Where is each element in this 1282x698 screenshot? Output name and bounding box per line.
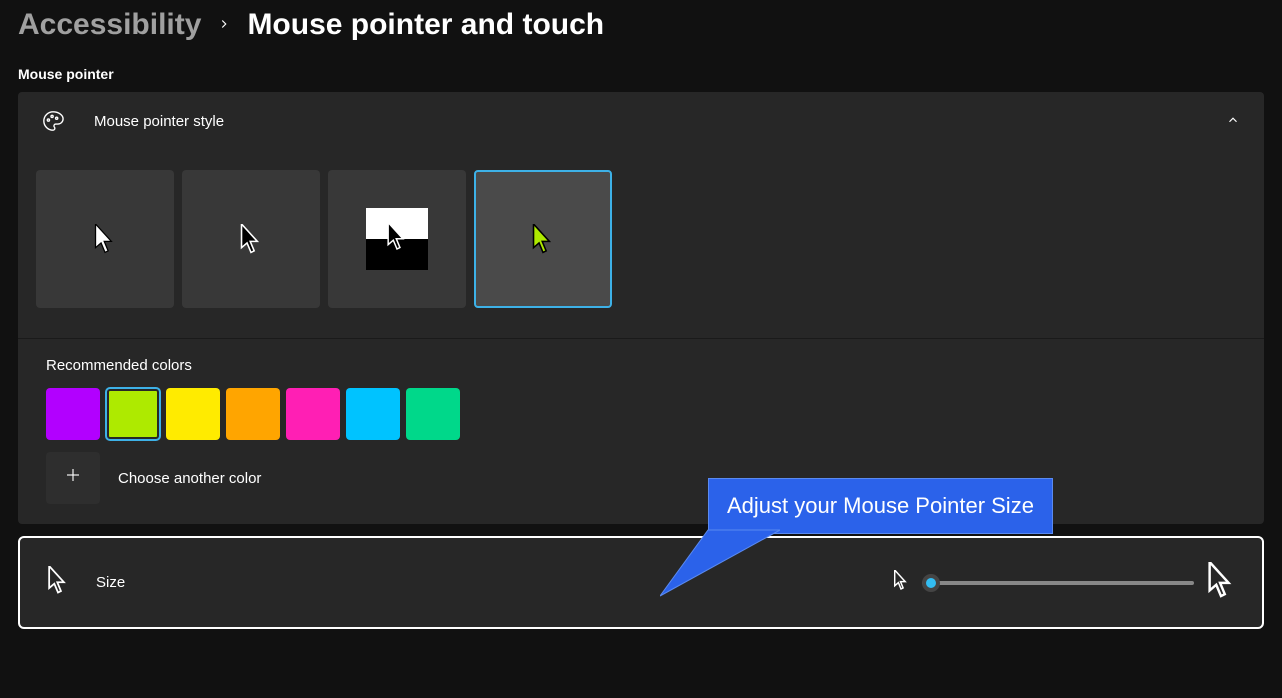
color-swatch[interactable] xyxy=(166,388,220,440)
color-swatch[interactable] xyxy=(286,388,340,440)
plus-icon xyxy=(64,466,82,490)
slider-thumb[interactable] xyxy=(922,574,940,592)
swatches-row xyxy=(46,388,1236,440)
palette-icon xyxy=(42,110,64,132)
instruction-callout: Adjust your Mouse Pointer Size xyxy=(708,478,1053,534)
style-option-black[interactable] xyxy=(182,170,320,308)
breadcrumb-parent[interactable]: Accessibility xyxy=(18,8,201,42)
colors-section: Recommended colors Choose another color xyxy=(18,339,1264,524)
style-option-white[interactable] xyxy=(36,170,174,308)
choose-another-color-button[interactable] xyxy=(46,452,100,504)
breadcrumb: Accessibility Mouse pointer and touch xyxy=(18,8,1264,42)
style-option-custom[interactable] xyxy=(474,170,612,308)
pointer-size-card: Size xyxy=(18,536,1264,629)
cursor-min-icon xyxy=(894,570,908,595)
callout-tail-icon xyxy=(660,528,780,598)
style-option-inverted[interactable] xyxy=(328,170,466,308)
callout-text: Adjust your Mouse Pointer Size xyxy=(727,493,1034,518)
pointer-style-card: Mouse pointer style Recommended color xyxy=(18,92,1264,524)
color-swatch[interactable] xyxy=(406,388,460,440)
cursor-max-icon xyxy=(1208,562,1234,603)
style-options-row xyxy=(18,150,1264,339)
choose-color-row: Choose another color xyxy=(46,452,1236,504)
size-controls xyxy=(894,562,1234,603)
color-swatch[interactable] xyxy=(226,388,280,440)
breadcrumb-current: Mouse pointer and touch xyxy=(247,8,604,42)
cursor-small-icon xyxy=(48,566,68,599)
size-slider[interactable] xyxy=(922,573,1194,593)
chevron-up-icon xyxy=(1226,113,1240,130)
choose-another-color-label: Choose another color xyxy=(118,470,261,487)
color-swatch[interactable] xyxy=(346,388,400,440)
color-swatch[interactable] xyxy=(46,388,100,440)
chevron-right-icon xyxy=(217,15,231,36)
pointer-style-header[interactable]: Mouse pointer style xyxy=(18,92,1264,150)
pointer-style-title: Mouse pointer style xyxy=(94,113,1226,130)
section-label: Mouse pointer xyxy=(18,66,1264,82)
color-swatch[interactable] xyxy=(106,388,160,440)
recommended-colors-label: Recommended colors xyxy=(46,357,1236,374)
